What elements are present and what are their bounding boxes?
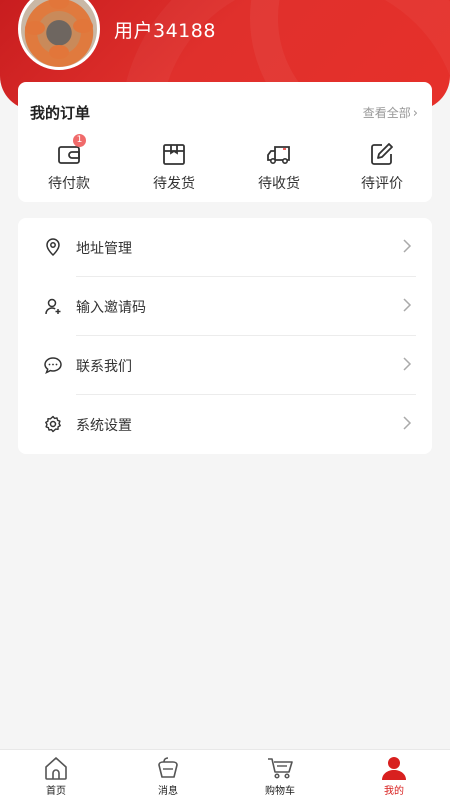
message-icon (154, 755, 182, 781)
settings-menu: 地址管理 输入邀请码 联系我们 系统设置 (18, 218, 432, 454)
wallet-icon: 1 (55, 134, 86, 168)
menu-item-address[interactable]: 地址管理 (18, 218, 432, 277)
order-count-badge: 1 (73, 134, 86, 147)
tab-label: 我的 (384, 786, 404, 797)
menu-item-label: 输入邀请码 (76, 300, 146, 316)
view-all-label: 查看全部 (362, 106, 411, 120)
home-icon (42, 755, 70, 781)
truck-icon (265, 140, 293, 168)
chevron-right-icon (402, 237, 412, 255)
menu-item-label: 联系我们 (76, 359, 132, 375)
tab-messages[interactable]: 消息 (118, 755, 218, 797)
tab-label: 首页 (46, 786, 66, 797)
tab-profile[interactable]: 我的 (344, 755, 444, 797)
tab-label: 购物车 (265, 786, 295, 797)
tab-cart[interactable]: 购物车 (230, 755, 330, 797)
menu-item-system-settings[interactable]: 系统设置 (18, 395, 432, 454)
order-item-label: 待评价 (361, 176, 403, 192)
cart-icon (266, 755, 294, 781)
tab-home[interactable]: 首页 (6, 755, 106, 797)
menu-item-label: 系统设置 (76, 418, 132, 434)
menu-item-contact-us[interactable]: 联系我们 (18, 336, 432, 395)
orders-title: 我的订单 (30, 104, 91, 122)
order-item-label: 待收货 (258, 176, 300, 192)
bottom-tab-bar: 首页 消息 购物车 我的 (0, 749, 450, 801)
order-pending-review[interactable]: 待评价 (342, 140, 422, 193)
package-icon (160, 140, 188, 168)
tab-label: 消息 (158, 786, 178, 797)
order-pending-shipment[interactable]: 待发货 (134, 140, 214, 193)
chevron-right-icon: › (412, 106, 418, 121)
chevron-right-icon (402, 414, 412, 432)
order-item-label: 待发货 (153, 176, 195, 192)
location-pin-icon (44, 238, 62, 257)
menu-item-invite-code[interactable]: 输入邀请码 (18, 277, 432, 336)
edit-icon (368, 140, 396, 168)
username: 用户34188 (114, 20, 216, 42)
profile-icon (380, 755, 408, 781)
gear-icon (44, 415, 62, 433)
chevron-right-icon (402, 296, 412, 314)
chevron-right-icon (402, 355, 412, 373)
order-pending-receipt[interactable]: 待收货 (239, 140, 319, 193)
user-add-icon (44, 297, 62, 315)
chat-icon (44, 356, 62, 374)
orders-card: 我的订单 查看全部 › 1 待付款 待发货 待收货 待评价 (18, 82, 432, 202)
view-all-orders-link[interactable]: 查看全部 › (363, 104, 418, 121)
order-pending-payment[interactable]: 1 待付款 (29, 134, 109, 193)
order-item-label: 待付款 (48, 176, 90, 192)
menu-item-label: 地址管理 (76, 241, 132, 257)
